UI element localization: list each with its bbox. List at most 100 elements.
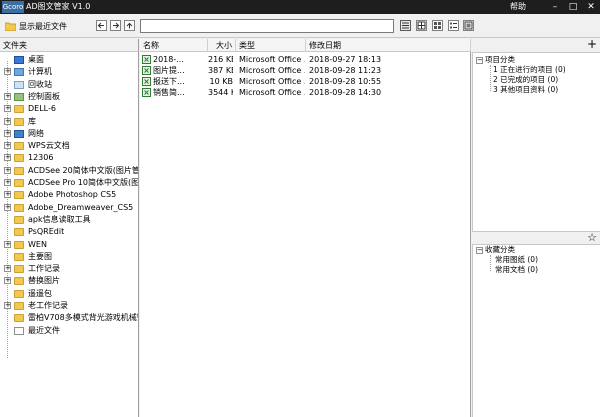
tree-item-label: apk信息读取工具 [28,214,91,224]
arrow-left-icon [97,22,104,29]
tree-item[interactable]: + WEN [0,239,138,251]
tree-guide-line [490,255,491,271]
tree-item[interactable]: + 控制面板 [0,91,138,103]
tree-item[interactable]: + 老工作记录 [0,300,138,312]
tree-expander[interactable]: + [4,154,11,162]
project-item[interactable]: 2 已完成的项目 (0) [493,75,558,85]
project-category-expander[interactable]: − [476,57,483,64]
add-category-button[interactable]: + [587,37,597,51]
document-icon [14,326,24,335]
tree-item[interactable]: + Adobe Photoshop CS5 [0,189,138,201]
file-modified-date: 2018-09-28 11:23 [309,66,382,75]
favorites-category-title[interactable]: 收藏分类 [485,245,515,255]
file-row[interactable]: 图片提... 387 KB Microsoft Office ... 2018-09-… [140,65,471,76]
tree-item[interactable]: 最近文件 [0,325,138,337]
tree-expander[interactable]: + [4,240,11,248]
minimize-button[interactable]: – [546,0,564,14]
tree-item[interactable]: 雷柏V708多模式背光游戏机械键盘 [0,312,138,324]
tree-expander[interactable]: + [4,166,11,174]
star-icon[interactable]: ☆ [587,231,597,244]
file-row[interactable]: 销售简... 3544 KB Microsoft Office ... 2018-09… [140,87,471,98]
tree-expander[interactable]: + [4,191,11,199]
control-panel-icon [14,92,24,101]
project-category-title[interactable]: 项目分类 [485,55,515,65]
project-item[interactable]: 1 正在进行的项目 (0) [493,65,566,75]
tree-expander[interactable]: + [4,68,11,76]
tree-item[interactable]: + ACDSee Pro 10简体中文版(图片管 [0,177,138,189]
tree-item[interactable]: 主要图 [0,251,138,263]
tree-item[interactable]: 桌面 [0,54,138,66]
tree-item[interactable]: + WPS云文档 [0,140,138,152]
view-list-button[interactable] [448,20,459,31]
tree-item[interactable]: + ACDSee 20简体中文版(图片管理及 [0,165,138,177]
tree-item-label: PsQREdit [28,227,65,237]
tree-item[interactable]: +12306 [0,152,138,164]
small-icons-view-icon [434,22,441,29]
file-row[interactable]: 2018-... 216 KB Microsoft Office ... 2018-0… [140,54,471,65]
view-large-icons-button[interactable] [416,20,427,31]
file-name: 报送下... [153,77,185,86]
tree-item[interactable]: 回收站 [0,79,138,91]
tree-item[interactable]: + 工作记录 [0,263,138,275]
column-header-size[interactable]: 大小 [208,39,236,52]
folder-icon [14,166,24,175]
view-small-icons-button[interactable] [432,20,443,31]
favorite-item[interactable]: 常用图纸 (0) [495,255,538,265]
tree-expander[interactable]: + [4,302,11,309]
tree-item-label: 桌面 [28,55,44,64]
tree-item-label: 库 [28,116,36,126]
folder-icon [14,142,24,151]
tree-item[interactable]: + 替换图片 [0,275,138,287]
tree-expander[interactable]: + [4,105,11,113]
column-header-name[interactable]: 名称 [140,39,208,52]
tree-item[interactable]: apk信息读取工具 [0,214,138,226]
file-row[interactable]: 报送下... 10 KB Microsoft Office ... 2018-09-2… [140,76,471,87]
favorite-item[interactable]: 常用文档 (0) [495,265,538,275]
tree-item[interactable]: PsQREdit [0,226,138,238]
show-recent-files-label: 显示最近文件 [19,21,67,31]
back-button[interactable] [96,20,107,31]
path-input[interactable] [140,19,394,33]
tree-expander[interactable]: + [4,142,11,150]
view-thumbnails-button[interactable] [463,20,474,31]
tree-expander[interactable]: + [4,203,11,211]
list-view-icon [450,22,457,29]
file-size: 3544 KB [208,88,233,97]
tree-item[interactable]: + 计算机 [0,66,138,78]
tree-item-label: 老工作记录 [28,301,68,310]
folder-icon [14,228,24,237]
folder-icon [14,215,24,224]
folder-icon [14,179,24,187]
tree-expander[interactable]: + [4,265,11,273]
window-title: AD图文管家 V1.0 [26,2,91,11]
favorites-category-expander[interactable]: − [476,247,483,254]
file-name: 图片提... [153,66,185,75]
forward-button[interactable] [110,20,121,31]
view-details-button[interactable] [400,20,411,31]
tree-item[interactable]: + 库 [0,116,138,128]
excel-file-icon [142,88,152,100]
tree-expander[interactable]: + [4,129,11,137]
file-size: 387 KB [208,66,233,75]
show-recent-files-button[interactable]: 显示最近文件 [4,18,86,34]
project-item[interactable]: 3 其他项目资料 (0) [493,85,558,95]
tree-expander[interactable]: + [4,277,11,285]
computer-icon [14,68,24,77]
tree-item[interactable]: + DELL-6 [0,103,138,115]
tree-item[interactable]: + Adobe_Dreamweaver_CS5 [0,202,138,214]
maximize-button[interactable]: □ [564,0,582,14]
tree-item[interactable]: 遥遥包 [0,288,138,300]
tree-item[interactable]: + 网络 [0,128,138,140]
tree-expander[interactable]: + [4,179,11,186]
tree-expander[interactable]: + [4,92,11,100]
tree-item-label: WPS云文档 [28,141,70,151]
column-header-date[interactable]: 修改日期 [306,39,471,52]
help-menu[interactable]: 帮助 [510,0,526,14]
tree-item-label: DELL-6 [28,104,56,114]
up-button[interactable] [124,20,135,31]
column-header-type[interactable]: 类型 [236,39,306,52]
folder-tree-header: 文件夹 [0,39,138,52]
folder-icon [14,277,24,286]
tree-expander[interactable]: + [4,117,11,125]
close-button[interactable]: ✕ [582,0,600,14]
